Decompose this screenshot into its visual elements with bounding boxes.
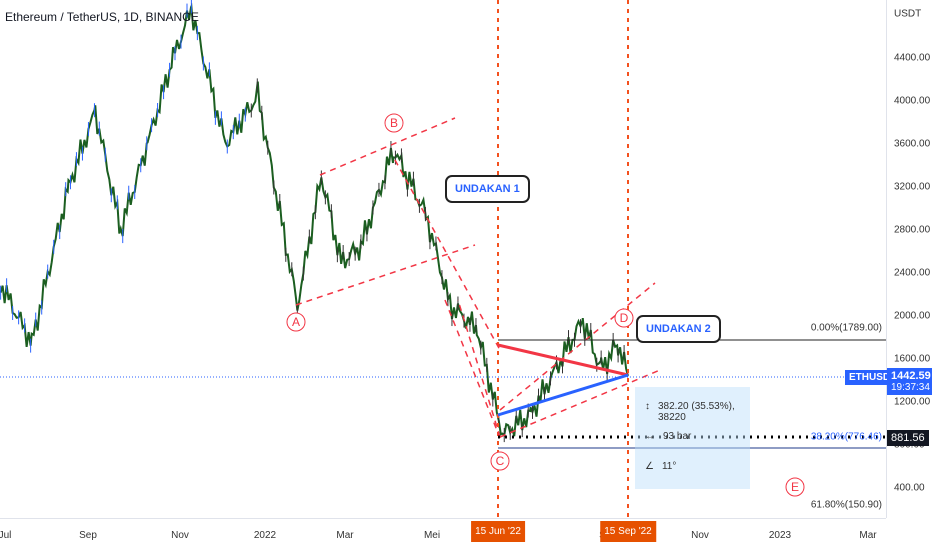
wave-label: D [620, 311, 629, 325]
wave-channels [295, 117, 661, 439]
price-tick: 3200.00 [894, 181, 931, 193]
bars-icon: ↔ [645, 431, 655, 442]
time-tick: 2023 [768, 530, 792, 541]
last-price-label: 1442.59 19:37:34 [887, 368, 932, 395]
time-tick: Sep [79, 530, 97, 541]
chart-title: Ethereum / TetherUS, 1D, BINANCE [5, 10, 199, 24]
fib-0-label: 0.00%(1789.00) [810, 322, 882, 334]
note-undakan-1[interactable]: UNDAKAN 1 [445, 175, 530, 203]
price-tick: 400.00 [894, 482, 925, 494]
wave-label: B [390, 116, 398, 130]
date-marker-sep: 15 Sep '22 [600, 521, 656, 542]
fib-382-label: 38.20%(776.46) [810, 431, 882, 443]
range-icon: ↕ [645, 401, 650, 412]
measure-range: 382.20 (35.53%), 38220 [658, 401, 735, 423]
measure-angle: 11° [661, 461, 677, 472]
price-tick: 2800.00 [894, 224, 931, 236]
measure-bars: 93 bar [663, 431, 692, 442]
price-series [0, 2, 629, 437]
price-tick: 3600.00 [894, 138, 931, 150]
angle-icon: ∠ [645, 461, 654, 472]
fib-618-label: 61.80%(150.90) [810, 499, 882, 511]
time-tick: Nov [171, 530, 189, 541]
price-line-label: 881.56 [887, 430, 929, 446]
wave-label: A [292, 315, 300, 329]
price-tick: 1600.00 [894, 353, 931, 365]
date-marker-jun: 15 Jun '22 [471, 521, 525, 542]
time-tick: Nov [691, 530, 709, 541]
price-tick: 2000.00 [894, 310, 931, 322]
price-tick: 4000.00 [894, 95, 931, 107]
time-axis[interactable] [0, 518, 886, 551]
price-tick: 2400.00 [894, 267, 931, 279]
wave-label: E [791, 480, 799, 494]
time-tick: Jul [0, 530, 12, 541]
price-unit: USDT [894, 8, 922, 20]
measure-box[interactable]: ↕ 382.20 (35.53%), 38220 ↔ 93 bar ∠ 11° [635, 387, 750, 489]
time-tick: 2022 [253, 530, 277, 541]
wave-label: C [496, 454, 505, 468]
price-tick: 4400.00 [894, 52, 931, 64]
time-tick: Mar [859, 530, 877, 541]
time-tick: Mar [336, 530, 354, 541]
time-tick: Mei [423, 530, 441, 541]
price-chart[interactable]: A B C D E [0, 0, 886, 518]
note-undakan-2[interactable]: UNDAKAN 2 [636, 315, 721, 343]
price-tick: 1200.00 [894, 396, 931, 408]
